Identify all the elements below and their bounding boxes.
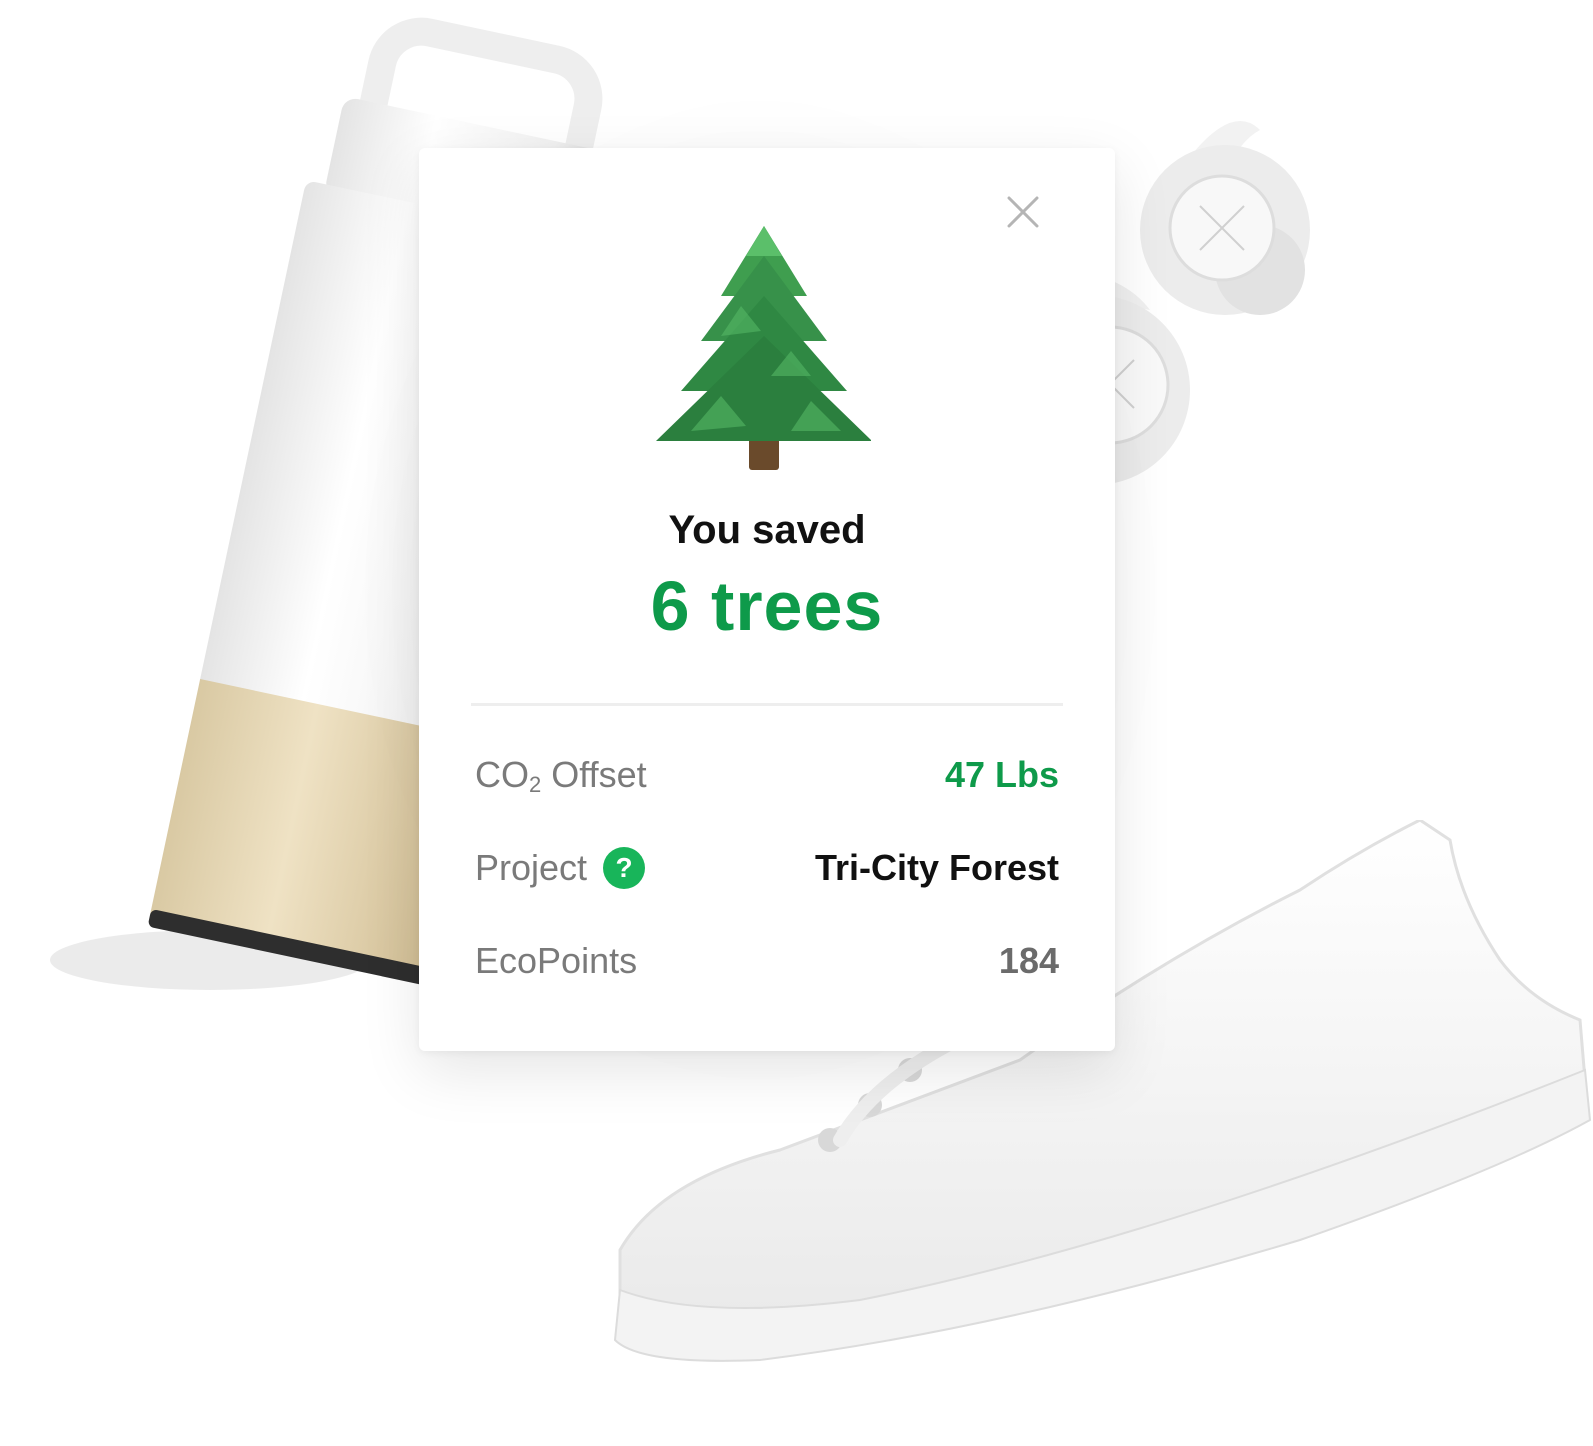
ecopoints-label: EcoPoints <box>475 940 638 981</box>
saved-label: You saved <box>668 508 866 552</box>
row-project: Project ? Tri-City Forest <box>475 843 1059 893</box>
divider <box>471 703 1063 706</box>
trees-count: 6 trees <box>650 567 884 645</box>
close-icon[interactable] <box>1004 193 1042 231</box>
evergreen-tree-icon <box>656 226 871 470</box>
row-co2-offset: CO 2 Offset 47 Lbs <box>475 750 1059 800</box>
co2-offset-value: 47 Lbs <box>944 754 1059 795</box>
question-circle-icon[interactable]: ? <box>603 847 646 889</box>
project-label: Project ? <box>475 847 646 889</box>
row-ecopoints: EcoPoints 184 <box>475 936 1059 986</box>
eco-impact-card: You saved 6 trees CO 2 Offset 47 Lbs Proj… <box>419 148 1115 1051</box>
ecopoints-value: 184 <box>998 940 1059 981</box>
project-value: Tri-City Forest <box>814 847 1059 888</box>
product-scene: You saved 6 trees CO 2 Offset 47 Lbs Proj… <box>0 0 1593 1446</box>
co2-offset-label: CO 2 Offset <box>475 754 647 797</box>
